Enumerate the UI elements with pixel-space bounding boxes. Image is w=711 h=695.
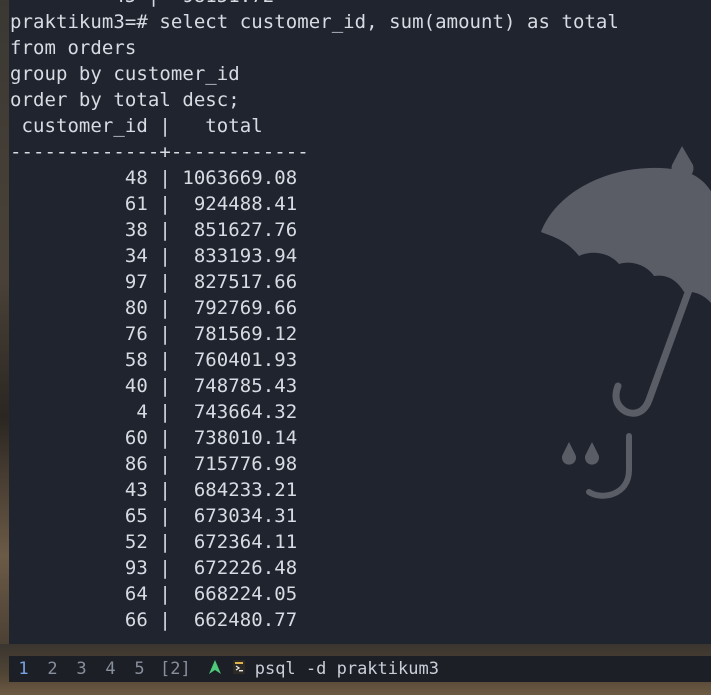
table-row: 97 | 827517.66 [10, 271, 298, 293]
terminal-line: from orders [10, 37, 137, 59]
workspace-3-button[interactable]: 3 [67, 659, 96, 679]
focused-window-title[interactable]: psql -d praktikum3 [255, 659, 439, 679]
terminal-line: order by total desc; [10, 89, 240, 111]
workspace-1-button[interactable]: 1 [9, 659, 38, 679]
table-row: 38 | 851627.76 [10, 219, 298, 241]
terminal-output: 45 | 98151.72 praktikum3=# select custom… [10, 0, 619, 633]
terminal-line: praktikum3=# select customer_id, sum(amo… [10, 11, 619, 33]
table-row: 34 | 833193.94 [10, 245, 298, 267]
table-row: 58 | 760401.93 [10, 349, 298, 371]
table-row: 76 | 781569.12 [10, 323, 298, 345]
terminal-line: 45 | 98151.72 [10, 0, 619, 9]
table-row: 43 | 684233.21 [10, 479, 298, 501]
table-row: 61 | 924488.41 [10, 193, 298, 215]
table-row: 93 | 672226.48 [10, 557, 298, 579]
sway-arrow-icon [207, 659, 223, 680]
table-row: 52 | 672364.11 [10, 531, 298, 553]
terminal-line: group by customer_id [10, 63, 240, 85]
table-separator: -------------+------------ [10, 141, 309, 163]
status-bar: 1 2 3 4 5 [2] psql -d praktikum3 [9, 656, 711, 682]
table-row: 65 | 673034.31 [10, 505, 298, 527]
table-row: 80 | 792769.66 [10, 297, 298, 319]
table-row: 4 | 743664.32 [10, 401, 298, 423]
layout-indicator: [2] [160, 659, 191, 679]
table-header: customer_id | total [10, 115, 263, 137]
table-row: 60 | 738010.14 [10, 427, 298, 449]
table-row: 40 | 748785.43 [10, 375, 298, 397]
workspace-5-button[interactable]: 5 [125, 659, 154, 679]
table-row: 66 | 662480.77 [10, 609, 298, 631]
terminal-window[interactable]: 45 | 98151.72 praktikum3=# select custom… [9, 0, 711, 644]
workspace-4-button[interactable]: 4 [96, 659, 125, 679]
terminal-app-icon [232, 659, 245, 679]
workspace-2-button[interactable]: 2 [38, 659, 67, 679]
table-row: 64 | 668224.05 [10, 583, 298, 605]
table-row: 48 | 1063669.08 [10, 167, 298, 189]
table-row: 86 | 715776.98 [10, 453, 298, 475]
